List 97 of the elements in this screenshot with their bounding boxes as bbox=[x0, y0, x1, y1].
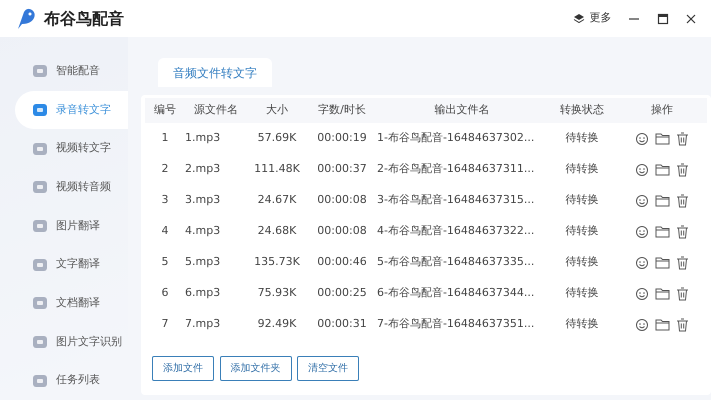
table-cell-text: 135.73K bbox=[253, 254, 301, 270]
more-button[interactable]: 更多 bbox=[572, 10, 612, 27]
trash-icon[interactable] bbox=[676, 162, 689, 176]
table-cell-text: 1-布谷鸟配音-16484637302... bbox=[377, 130, 536, 146]
table-cell-text: 00:00:25 bbox=[316, 285, 368, 302]
trash-icon[interactable] bbox=[676, 132, 689, 146]
sidebar-item[interactable]: 文字翻译 bbox=[15, 245, 128, 284]
table-cell-text: 6.mp3 bbox=[185, 285, 222, 302]
table-cell-text: 待转换 bbox=[564, 192, 600, 208]
sidebar-item[interactable]: 智能配音 bbox=[15, 52, 128, 91]
table-cell-text: 00:00:08 bbox=[316, 192, 368, 208]
trash-icon[interactable] bbox=[676, 194, 689, 208]
table-cell-text: 待转换 bbox=[564, 223, 600, 240]
folder-icon[interactable] bbox=[655, 194, 670, 206]
sidebar-item[interactable]: 图片翻译 bbox=[15, 206, 128, 246]
trash-icon[interactable] bbox=[676, 224, 689, 238]
table-cell-text: 00:00:31 bbox=[316, 316, 368, 332]
table-cell-text: 92.49K bbox=[256, 316, 298, 332]
table-cell-text: 7 bbox=[160, 316, 170, 332]
table-cell-text: 111.48K bbox=[253, 161, 301, 178]
column-header: 编号 bbox=[153, 102, 177, 118]
smiley-icon[interactable] bbox=[635, 162, 649, 176]
table-cell-text: 待转换 bbox=[564, 161, 600, 178]
smiley-icon[interactable] bbox=[635, 194, 649, 208]
table-cell-text: 1 bbox=[160, 130, 170, 146]
table-cell-text: 75.93K bbox=[256, 285, 298, 302]
table-cell-text: 00:00:08 bbox=[316, 223, 368, 240]
folder-icon[interactable] bbox=[655, 256, 670, 268]
table-cell-text: 00:00:46 bbox=[316, 254, 368, 270]
tile-icon bbox=[32, 334, 48, 350]
table-cell-text: 7-布谷鸟配音-16484637351... bbox=[377, 316, 536, 332]
tile-icon bbox=[32, 218, 48, 234]
smiley-icon[interactable] bbox=[635, 224, 649, 238]
sidebar-item[interactable]: 任务列表 bbox=[15, 361, 128, 400]
maximize-icon[interactable] bbox=[656, 12, 668, 24]
column-header: 输出文件名 bbox=[434, 102, 490, 118]
table-cell-text: 待转换 bbox=[564, 285, 600, 302]
tile-icon bbox=[32, 295, 48, 312]
tile-icon bbox=[32, 140, 48, 157]
tile-icon bbox=[32, 372, 48, 389]
close-icon[interactable] bbox=[685, 12, 697, 24]
folder-icon[interactable] bbox=[655, 318, 670, 330]
tile-icon bbox=[32, 102, 48, 118]
action-button[interactable]: 添加文件 bbox=[152, 356, 214, 381]
table-cell-text: 6 bbox=[160, 285, 170, 302]
tile-icon bbox=[32, 256, 48, 273]
column-header: 源文件名 bbox=[193, 102, 239, 118]
table-cell-text: 00:00:19 bbox=[316, 130, 368, 146]
sidebar-item[interactable]: 图片文字识别 bbox=[15, 322, 128, 362]
smiley-icon[interactable] bbox=[635, 318, 649, 332]
smiley-icon[interactable] bbox=[635, 286, 649, 300]
action-button[interactable]: 清空文件 bbox=[297, 356, 359, 381]
tab[interactable]: 音频文件转文字 bbox=[158, 58, 272, 87]
table-cell-text: 4.mp3 bbox=[185, 223, 222, 240]
table-cell-text: 5 bbox=[160, 254, 170, 270]
table-cell-text: 2 bbox=[160, 161, 170, 178]
table-cell-text: 00:00:37 bbox=[316, 161, 368, 178]
table-cell-text: 3 bbox=[160, 192, 170, 208]
table-cell-text: 3-布谷鸟配音-16484637315... bbox=[377, 192, 536, 208]
table-cell-text: 4-布谷鸟配音-16484637322... bbox=[377, 223, 536, 240]
folder-icon[interactable] bbox=[655, 224, 670, 238]
table-cell-text: 待转换 bbox=[564, 130, 600, 146]
action-button[interactable]: 添加文件夹 bbox=[220, 356, 292, 381]
column-header: 字数/时长 bbox=[317, 102, 367, 118]
table-cell-text: 57.69K bbox=[256, 130, 298, 146]
sidebar-item[interactable]: 视频转音频 bbox=[15, 168, 128, 207]
table-cell-text: 6-布谷鸟配音-16484637344... bbox=[377, 285, 536, 302]
table-cell-text: 待转换 bbox=[564, 316, 600, 332]
table-cell-text: 5.mp3 bbox=[185, 254, 222, 270]
folder-icon[interactable] bbox=[655, 162, 670, 176]
table-cell-text: 24.67K bbox=[256, 192, 298, 208]
table-cell-text: 7.mp3 bbox=[185, 316, 222, 332]
table-cell-text: 1.mp3 bbox=[185, 130, 222, 146]
table-cell-text: 4 bbox=[160, 223, 170, 240]
smiley-icon[interactable] bbox=[635, 256, 649, 270]
folder-icon[interactable] bbox=[655, 286, 670, 300]
sidebar-item[interactable]: 录音转文字 bbox=[15, 90, 128, 130]
column-header: 操作 bbox=[650, 102, 674, 118]
table-cell-text: 2-布谷鸟配音-16484637311... bbox=[377, 161, 536, 178]
table-cell-text: 待转换 bbox=[564, 254, 600, 270]
app-title: 布谷鸟配音 bbox=[44, 8, 124, 30]
table-cell-text: 5-布谷鸟配音-16484637335... bbox=[377, 254, 536, 270]
sidebar-item[interactable]: 文档翻译 bbox=[15, 284, 128, 323]
sidebar-item[interactable]: 视频转文字 bbox=[15, 129, 128, 168]
trash-icon[interactable] bbox=[676, 256, 689, 270]
column-header: 转换状态 bbox=[559, 102, 605, 118]
folder-icon[interactable] bbox=[655, 132, 670, 144]
tile-icon bbox=[32, 179, 48, 196]
layers-icon bbox=[572, 12, 584, 24]
trash-icon[interactable] bbox=[676, 318, 689, 332]
table-cell-text: 2.mp3 bbox=[185, 161, 222, 178]
table-cell-text: 24.68K bbox=[256, 223, 298, 240]
table-cell-text: 3.mp3 bbox=[185, 192, 222, 208]
tile-icon bbox=[32, 63, 48, 80]
trash-icon[interactable] bbox=[676, 286, 689, 300]
column-header: 大小 bbox=[265, 102, 289, 118]
smiley-icon[interactable] bbox=[635, 132, 649, 146]
